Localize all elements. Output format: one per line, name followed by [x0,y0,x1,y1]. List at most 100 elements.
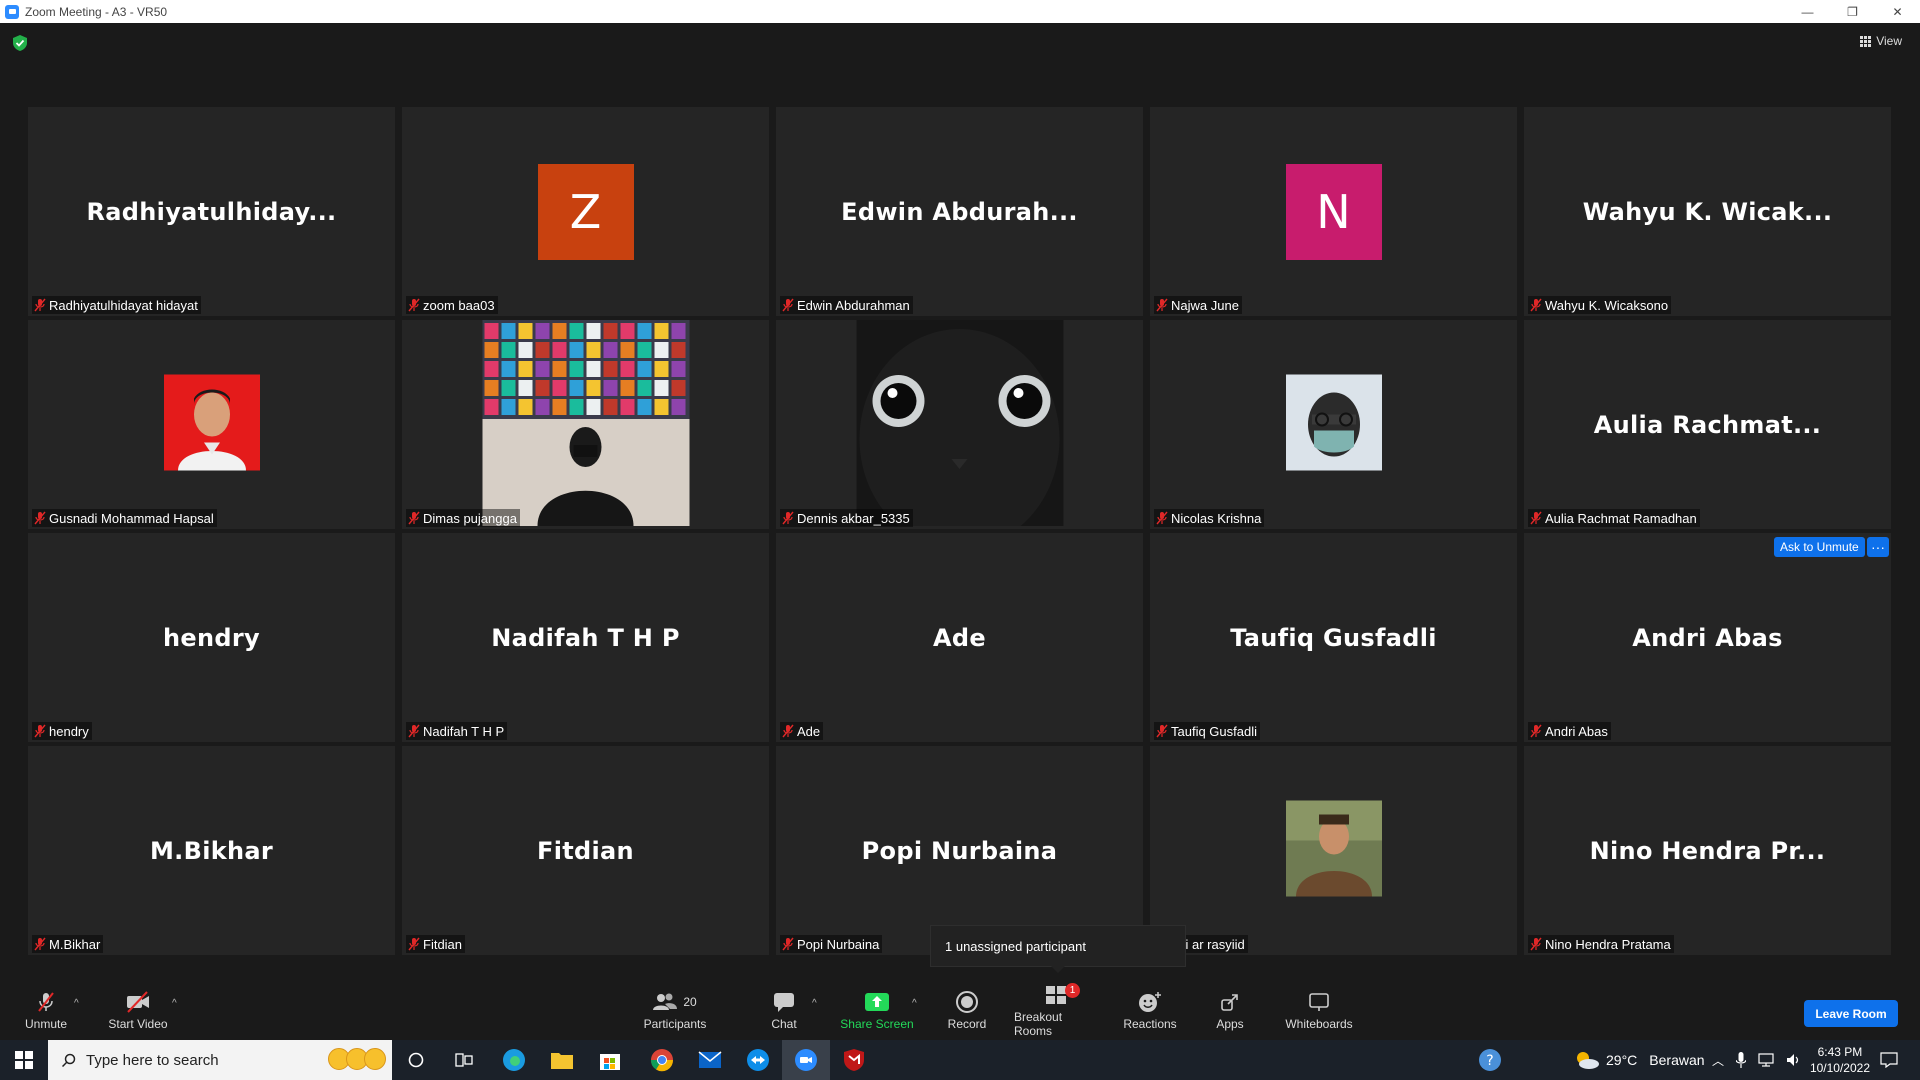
record-button[interactable]: Record [944,980,990,1040]
participant-display-name: Radhiyatulhiday... [86,197,337,226]
participant-name: hendry [49,723,89,739]
leave-room-button[interactable]: Leave Room [1804,1000,1898,1027]
participant-tile[interactable]: Dennis akbar_5335 [776,320,1143,529]
grid-view-icon [1860,35,1872,47]
chat-options-caret[interactable]: ^ [812,998,817,1009]
chat-bubble-icon [773,990,795,1014]
whiteboards-label: Whiteboards [1285,1016,1353,1031]
chevron-up-icon[interactable]: ︿ [1712,1052,1724,1069]
mail-icon[interactable] [686,1040,734,1080]
participant-tile[interactable]: nni ar rasyiid [1150,746,1517,955]
help-icon[interactable]: ? [1478,1048,1502,1072]
chrome-browser-icon[interactable] [638,1040,686,1080]
taskbar-search-box[interactable]: Type here to search [48,1040,392,1080]
file-explorer-icon[interactable] [538,1040,586,1080]
reactions-button[interactable]: Reactions [1123,980,1177,1040]
unmute-button[interactable]: Unmute [18,980,74,1040]
restore-button[interactable]: ❐ [1830,0,1875,23]
breakout-rooms-button[interactable]: 1 Breakout Rooms [1014,980,1102,1040]
share-options-caret[interactable]: ^ [912,998,917,1009]
breakout-rooms-label: Breakout Rooms [1014,1009,1063,1038]
participant-display-name: Taufiq Gusfadli [1230,623,1437,652]
participant-tile[interactable]: Nicolas Krishna [1150,320,1517,529]
ask-to-unmute-button[interactable]: Ask to Unmute [1774,537,1865,557]
start-video-button[interactable]: Start Video [104,980,172,1040]
participants-button[interactable]: 20 Participants [640,980,710,1040]
mcafee-icon[interactable] [830,1040,878,1080]
participant-tile[interactable]: Fitdian Fitdian [402,746,769,955]
participant-tile[interactable]: Aulia Rachmat... Aulia Rachmat Ramadhan [1524,320,1891,529]
participant-tile[interactable]: Wahyu K. Wicak... Wahyu K. Wicaksono [1524,107,1891,316]
volume-icon[interactable] [1786,1053,1802,1067]
unmute-label: Unmute [24,1016,68,1031]
participant-tile[interactable]: Ade Ade [776,533,1143,742]
participant-tile[interactable]: hendry hendry [28,533,395,742]
task-view-icon[interactable] [440,1040,488,1080]
whiteboards-button[interactable]: Whiteboards [1284,980,1354,1040]
participant-name-label: Najwa June [1154,296,1242,314]
participant-tile[interactable]: Zzoom baa03 [402,107,769,316]
participant-tile[interactable]: M.Bikhar M.Bikhar [28,746,395,955]
teamviewer-icon[interactable] [734,1040,782,1080]
participant-tile[interactable]: Gusnadi Mohammad Hapsal [28,320,395,529]
share-screen-button[interactable]: Share Screen [840,980,914,1040]
participant-name: Dennis akbar_5335 [797,510,910,526]
muted-mic-icon [34,724,46,738]
clock-date: 10/10/2022 [1809,1061,1870,1075]
apps-icon [1220,990,1240,1014]
zoom-taskbar-icon[interactable] [782,1040,830,1080]
apps-button[interactable]: Apps [1214,980,1246,1040]
start-button[interactable] [0,1040,48,1080]
muted-mic-icon [782,511,794,525]
minimize-button[interactable]: — [1785,0,1830,23]
audio-options-caret[interactable]: ^ [74,998,79,1009]
participant-name: Taufiq Gusfadli [1171,723,1257,739]
windows-logo-icon [15,1051,33,1069]
notification-center-icon[interactable] [1868,1040,1910,1080]
muted-mic-icon [1530,937,1542,951]
participant-display-name: M.Bikhar [150,836,273,865]
windows-taskbar: Type here to search ? 29°C Berawan ︿ 6:4… [0,1040,1920,1080]
participant-name: Najwa June [1171,297,1239,313]
participant-tile[interactable]: Radhiyatulhiday... Radhiyatulhidayat hida… [28,107,395,316]
weather-widget[interactable]: 29°C Berawan [1574,1040,1705,1080]
participant-tile[interactable]: Nino Hendra Pr... Nino Hendra Pratama [1524,746,1891,955]
participant-name-label: Dimas pujangga [406,509,520,527]
close-button[interactable]: ✕ [1875,0,1920,23]
muted-microphone-icon [34,990,58,1014]
weather-description: Berawan [1649,1052,1705,1068]
participant-tile[interactable]: Taufiq Gusfadli Taufiq Gusfadli [1150,533,1517,742]
smiley-plus-icon [1138,990,1162,1014]
muted-mic-icon [34,298,46,312]
participant-tile[interactable]: Popi Nurbaina Popi Nurbaina [776,746,1143,955]
meeting-toolbar: Unmute ^ Start Video ^ 20 Participants C… [0,980,1920,1040]
participant-display-name: Ade [933,623,986,652]
taskbar-clock[interactable]: 6:43 PM 10/10/2022 [1810,1044,1870,1076]
participant-name-label: Dennis akbar_5335 [780,509,913,527]
breakout-badge: 1 [1065,982,1080,998]
participant-name-label: Wahyu K. Wicaksono [1528,296,1672,314]
microphone-tray-icon[interactable] [1736,1052,1747,1068]
participant-tile[interactable]: N Najwa June [1150,107,1517,316]
muted-mic-icon [1530,298,1542,312]
cortana-icon[interactable] [392,1040,440,1080]
video-options-caret[interactable]: ^ [172,998,177,1009]
muted-mic-icon [1156,511,1168,525]
more-options-button[interactable]: ··· [1867,537,1889,557]
participant-tile[interactable]: Nadifah T H P Nadifah T H P [402,533,769,742]
participant-name: Nino Hendra Pratama [1545,936,1671,952]
participants-label: Participants [643,1016,707,1031]
participant-tile[interactable]: Andri Abas Andri Abas [1524,533,1891,742]
participant-tile[interactable]: Edwin Abdurah... Edwin Abdurahman [776,107,1143,316]
network-icon[interactable] [1758,1053,1774,1067]
participant-tile[interactable]: Dimas pujangga [402,320,769,529]
security-shield-icon[interactable] [13,35,27,51]
whiteboard-icon [1308,990,1330,1014]
participant-video-image [1285,374,1382,475]
edge-browser-icon[interactable] [490,1040,538,1080]
microsoft-store-icon[interactable] [586,1040,634,1080]
chat-button[interactable]: Chat [762,980,806,1040]
participant-name: Nicolas Krishna [1171,510,1262,526]
chat-label: Chat [771,1016,797,1031]
view-button[interactable]: View [1860,34,1902,48]
